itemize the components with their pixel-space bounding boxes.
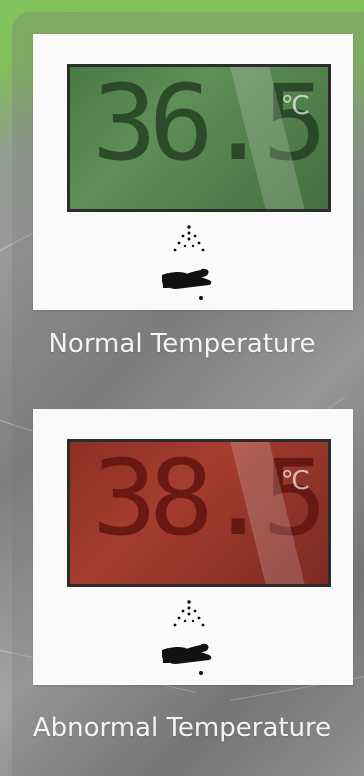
spray-icon bbox=[173, 600, 205, 627]
hand-icon bbox=[162, 268, 212, 289]
normal-temperature-unit: ℃ bbox=[280, 91, 310, 121]
spray-icon bbox=[173, 225, 205, 252]
abnormal-lcd-display: 38.5 ℃ bbox=[67, 439, 331, 587]
thermometer-scene: 36.5 ℃ Normal Temperature 38.5 ℃ Abnorma… bbox=[0, 0, 364, 776]
hand-icon bbox=[162, 643, 212, 664]
abnormal-temperature-value: 38.5 bbox=[92, 439, 328, 559]
sensor-dot bbox=[199, 671, 203, 675]
abnormal-temperature-unit: ℃ bbox=[280, 466, 310, 496]
normal-temperature-label: Normal Temperature bbox=[48, 329, 316, 359]
normal-temperature-value: 36.5 bbox=[92, 64, 328, 184]
sensor-dot bbox=[199, 296, 203, 300]
normal-temperature-device: 36.5 ℃ bbox=[33, 34, 353, 310]
abnormal-temperature-label: Abnormal Temperature bbox=[32, 713, 332, 743]
abnormal-temperature-device: 38.5 ℃ bbox=[33, 409, 353, 685]
normal-lcd-display: 36.5 ℃ bbox=[67, 64, 331, 212]
